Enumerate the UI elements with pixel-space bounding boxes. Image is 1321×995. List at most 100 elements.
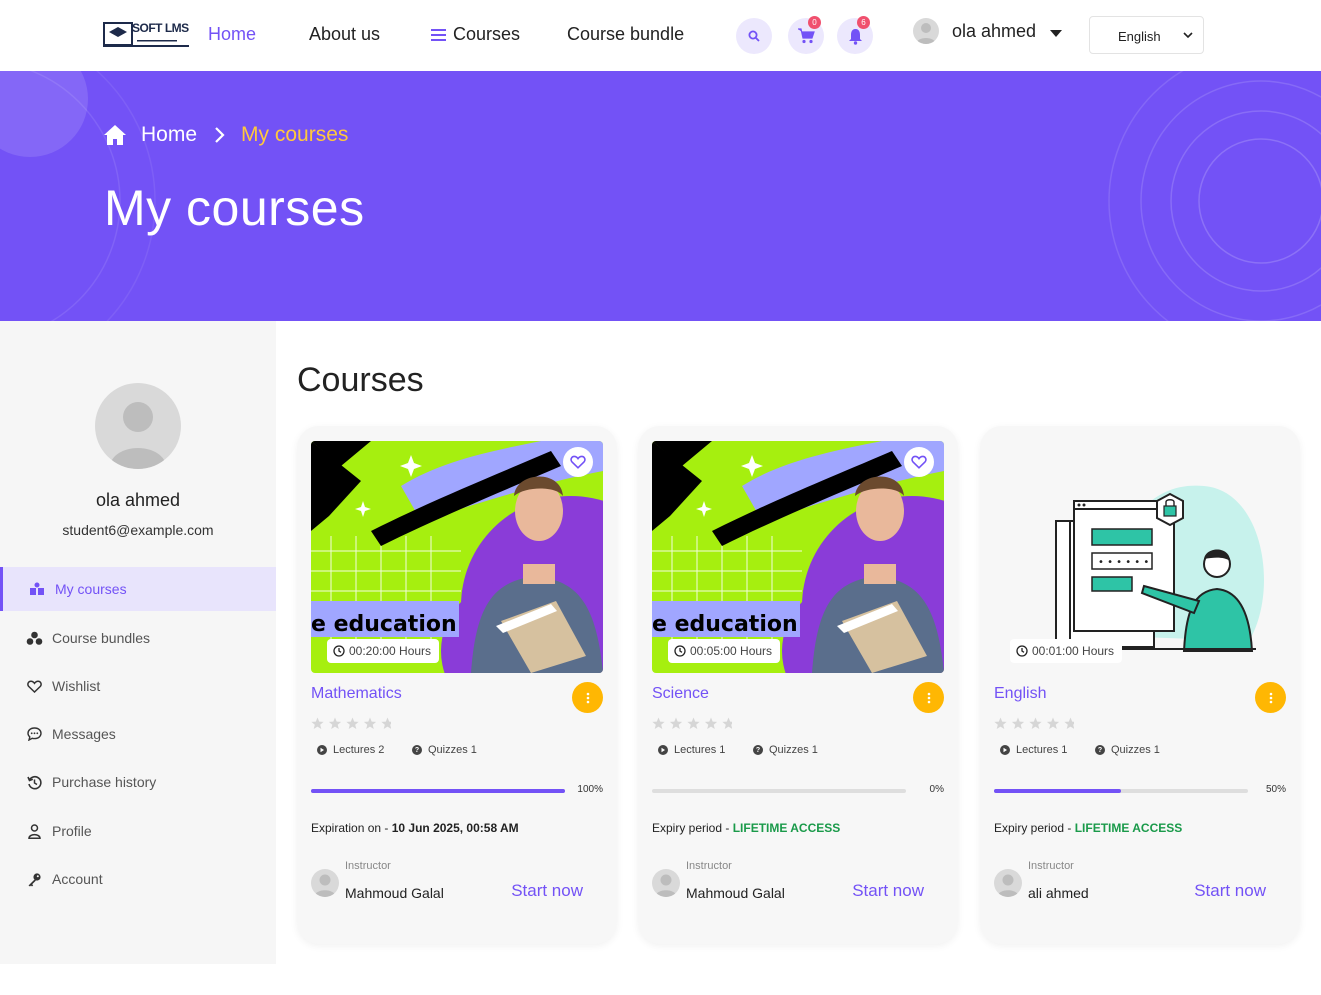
chevron-down-icon bbox=[1183, 32, 1193, 39]
progress-fill bbox=[311, 789, 565, 793]
profile-name: ola ahmed bbox=[95, 490, 181, 510]
cart-icon bbox=[798, 28, 815, 44]
start-now-button[interactable]: Start now bbox=[1194, 881, 1266, 901]
quizzes-label: Quizzes 1 bbox=[1111, 744, 1160, 756]
course-card[interactable]: e education 00:05:00 Hours Science Lectu… bbox=[638, 426, 958, 944]
bundles-icon bbox=[25, 629, 43, 647]
svg-text:• • • • • •: • • • • • • bbox=[1098, 557, 1149, 568]
section-title: Courses bbox=[297, 361, 424, 399]
sidebar-item-label: Account bbox=[52, 871, 103, 887]
duration-label: 00:20:00 Hours bbox=[349, 644, 432, 658]
breadcrumb-current: My courses bbox=[241, 123, 349, 146]
history-icon bbox=[25, 773, 43, 791]
quizzes-count: ? Quizzes 1 bbox=[1095, 744, 1160, 756]
progress-percent: 100% bbox=[577, 784, 603, 795]
user-name[interactable]: ola ahmed bbox=[952, 21, 1036, 42]
nav-about[interactable]: About us bbox=[309, 24, 380, 45]
search-icon bbox=[748, 30, 760, 42]
nav-courses-label: Courses bbox=[453, 24, 521, 44]
rating-stars[interactable] bbox=[311, 717, 391, 730]
start-now-button[interactable]: Start now bbox=[511, 881, 583, 901]
user-avatar[interactable] bbox=[913, 18, 939, 44]
lectures-count: Lectures 1 bbox=[658, 744, 725, 756]
more-vertical-icon bbox=[586, 692, 589, 703]
course-menu-button[interactable] bbox=[913, 682, 944, 713]
sidebar: ola ahmed student6@example.com My course… bbox=[0, 321, 276, 964]
star-icon bbox=[652, 717, 732, 729]
cart-button[interactable]: 0 bbox=[788, 16, 824, 54]
caret-down-icon[interactable] bbox=[1050, 30, 1062, 37]
instructor-label: Instructor bbox=[345, 860, 391, 872]
expiry-label: Expiry period - bbox=[652, 821, 733, 835]
question-icon: ? bbox=[1095, 745, 1105, 755]
nav-home[interactable]: Home bbox=[208, 24, 256, 45]
course-title[interactable]: English bbox=[994, 685, 1046, 703]
duration-label: 00:01:00 Hours bbox=[1032, 644, 1115, 658]
progress-bar bbox=[994, 789, 1248, 793]
sidebar-item-label: Messages bbox=[52, 726, 116, 742]
language-value: English bbox=[1118, 29, 1161, 44]
expiry-value: 10 Jun 2025, 00:58 AM bbox=[391, 821, 519, 835]
expiry-info: Expiration on - 10 Jun 2025, 00:58 AM bbox=[311, 821, 519, 835]
instructor-label: Instructor bbox=[686, 860, 732, 872]
sidebar-item-wishlist[interactable]: Wishlist bbox=[0, 664, 276, 708]
profile-avatar bbox=[95, 383, 181, 469]
progress-bar bbox=[311, 789, 565, 793]
instructor-name: ali ahmed bbox=[1028, 885, 1089, 901]
logo[interactable]: SOFT LMS bbox=[103, 20, 189, 50]
rating-stars[interactable] bbox=[652, 717, 732, 730]
wishlist-button[interactable] bbox=[904, 447, 934, 477]
profile-email: student6@example.com bbox=[62, 522, 214, 538]
logo-text: SOFT LMS bbox=[132, 21, 189, 35]
breadcrumb-home[interactable]: Home bbox=[141, 123, 197, 147]
course-card[interactable]: e education 00:20:00 Hours Mathematics L… bbox=[297, 426, 617, 944]
more-vertical-icon bbox=[927, 692, 930, 703]
play-icon bbox=[1000, 745, 1010, 755]
course-card[interactable]: • • • • • • 00:01:00 Hours English Lectu… bbox=[980, 426, 1300, 944]
clock-icon bbox=[333, 645, 345, 657]
course-title[interactable]: Mathematics bbox=[311, 685, 402, 703]
instructor-avatar bbox=[652, 869, 680, 897]
home-icon[interactable] bbox=[103, 124, 127, 146]
sidebar-item-label: Profile bbox=[52, 823, 92, 839]
sidebar-item-profile[interactable]: Profile bbox=[0, 809, 276, 853]
course-menu-button[interactable] bbox=[1255, 682, 1286, 713]
course-thumbnail[interactable]: • • • • • • 00:01:00 Hours bbox=[994, 441, 1286, 673]
course-menu-button[interactable] bbox=[572, 682, 603, 713]
progress-percent: 0% bbox=[929, 784, 944, 795]
notifications-button[interactable]: 6 bbox=[837, 16, 873, 54]
progress-fill bbox=[994, 789, 1121, 793]
sidebar-item-account[interactable]: Account bbox=[0, 857, 276, 901]
course-duration: 00:05:00 Hours bbox=[668, 639, 781, 663]
expiry-label: Expiration on - bbox=[311, 821, 392, 835]
quizzes-label: Quizzes 1 bbox=[428, 744, 477, 756]
wishlist-button[interactable] bbox=[563, 447, 593, 477]
course-thumbnail[interactable]: e education 00:20:00 Hours bbox=[311, 441, 603, 673]
heart-icon bbox=[911, 455, 927, 469]
lectures-label: Lectures 1 bbox=[1016, 744, 1068, 756]
course-title[interactable]: Science bbox=[652, 685, 709, 703]
clock-icon bbox=[1016, 645, 1028, 657]
sidebar-item-purchase-history[interactable]: Purchase history bbox=[0, 760, 276, 804]
start-now-button[interactable]: Start now bbox=[852, 881, 924, 901]
hamburger-icon bbox=[431, 29, 446, 41]
expiry-info: Expiry period - LIFETIME ACCESS bbox=[652, 821, 840, 835]
nav-course-bundle[interactable]: Course bundle bbox=[567, 24, 684, 45]
thumb-text: e education bbox=[311, 612, 457, 637]
nav-courses[interactable]: Courses bbox=[431, 24, 520, 45]
sidebar-item-label: My courses bbox=[55, 581, 127, 597]
courses-icon bbox=[28, 580, 46, 598]
progress-bar bbox=[652, 789, 906, 793]
top-header: SOFT LMS Home About us Courses Course bu… bbox=[0, 0, 1321, 71]
sidebar-item-messages[interactable]: Messages bbox=[0, 712, 276, 756]
language-select[interactable]: English bbox=[1089, 16, 1204, 54]
course-thumbnail[interactable]: e education 00:05:00 Hours bbox=[652, 441, 944, 673]
search-button[interactable] bbox=[736, 18, 772, 54]
sidebar-item-course-bundles[interactable]: Course bundles bbox=[0, 616, 276, 660]
rating-stars[interactable] bbox=[994, 717, 1074, 730]
expiry-value: LIFETIME ACCESS bbox=[732, 821, 841, 835]
sidebar-item-my-courses[interactable]: My courses bbox=[0, 567, 276, 611]
chevron-right-icon bbox=[215, 127, 225, 143]
quizzes-label: Quizzes 1 bbox=[769, 744, 818, 756]
question-icon: ? bbox=[753, 745, 763, 755]
